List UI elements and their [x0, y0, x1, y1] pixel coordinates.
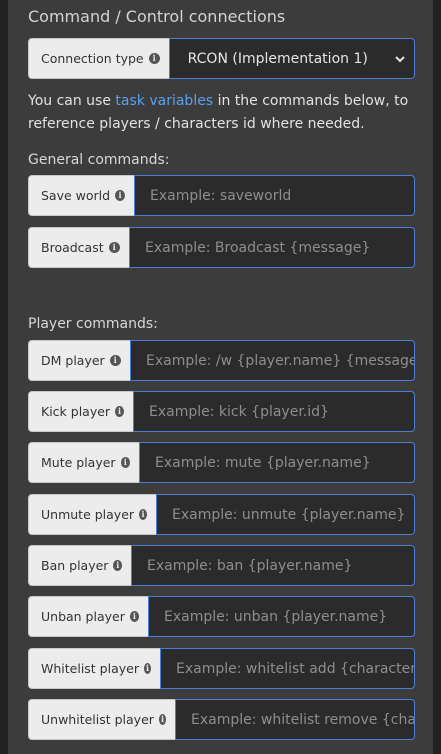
general-commands-heading: General commands: — [28, 152, 170, 168]
info-icon[interactable]: i — [109, 355, 121, 366]
unwhitelist-player-label: Unwhitelist player i — [28, 699, 175, 740]
kick-player-input[interactable] — [133, 391, 415, 432]
unmute-player-label-text: Unmute player — [41, 507, 135, 522]
unwhitelist-player-label-text: Unwhitelist player — [41, 712, 154, 727]
connection-type-label-text: Connection type — [41, 51, 144, 66]
info-icon[interactable]: i — [113, 560, 122, 571]
ban-player-row: Ban player i — [28, 545, 415, 586]
kick-player-label: Kick player i — [28, 391, 133, 432]
info-icon[interactable]: i — [120, 457, 130, 468]
save-world-row: Save world i — [28, 175, 415, 216]
whitelist-player-label-text: Whitelist player — [41, 661, 139, 676]
ban-player-label-text: Ban player — [41, 558, 109, 573]
info-icon[interactable]: i — [108, 242, 120, 253]
mute-player-row: Mute player i — [28, 442, 415, 483]
task-variables-info: You can use task variables in the comman… — [28, 90, 418, 136]
mute-player-input[interactable] — [139, 442, 415, 483]
unmute-player-input[interactable] — [156, 494, 415, 535]
save-world-input[interactable] — [134, 175, 415, 216]
unban-player-input[interactable] — [148, 596, 415, 637]
unmute-player-label: Unmute player i — [28, 494, 156, 535]
connection-type-label: Connection type i — [28, 38, 169, 79]
unban-player-label: Unban player i — [28, 596, 148, 637]
broadcast-label: Broadcast i — [28, 227, 129, 268]
player-commands-heading: Player commands: — [28, 316, 158, 332]
connection-type-selected: RCON (Implementation 1) — [187, 50, 368, 67]
task-variables-link[interactable]: task variables — [115, 93, 213, 109]
broadcast-input[interactable] — [129, 227, 415, 268]
ban-player-input[interactable] — [131, 545, 415, 586]
unban-player-row: Unban player i — [28, 596, 415, 637]
kick-player-label-text: Kick player — [41, 404, 111, 419]
info-icon[interactable]: i — [148, 53, 160, 64]
unban-player-label-text: Unban player — [41, 609, 125, 624]
save-world-label: Save world i — [28, 175, 134, 216]
info-icon[interactable]: i — [158, 714, 166, 725]
unwhitelist-player-input[interactable] — [175, 699, 415, 740]
info-icon[interactable]: i — [143, 663, 151, 674]
info-icon[interactable]: i — [129, 611, 139, 622]
dm-player-label-text: DM player — [41, 353, 105, 368]
section-title: Command / Control connections — [28, 7, 286, 26]
kick-player-row: Kick player i — [28, 391, 415, 432]
mute-player-label-text: Mute player — [41, 455, 116, 470]
info-icon[interactable]: i — [139, 509, 147, 520]
info-icon[interactable]: i — [115, 190, 125, 201]
info-icon[interactable]: i — [115, 406, 124, 417]
save-world-label-text: Save world — [41, 188, 111, 203]
dm-player-row: DM player i — [28, 340, 415, 381]
connection-type-select[interactable]: RCON (Implementation 1) — [168, 38, 415, 79]
unmute-player-row: Unmute player i — [28, 494, 415, 535]
whitelist-player-row: Whitelist player i — [28, 648, 415, 689]
info-text-before: You can use — [28, 93, 116, 109]
whitelist-player-label: Whitelist player i — [28, 648, 160, 689]
unwhitelist-player-row: Unwhitelist player i — [28, 699, 415, 740]
dm-player-input[interactable] — [130, 340, 415, 381]
dm-player-label: DM player i — [28, 340, 130, 381]
whitelist-player-input[interactable] — [160, 648, 415, 689]
mute-player-label: Mute player i — [28, 442, 139, 483]
ban-player-label: Ban player i — [28, 545, 131, 586]
connection-type-row: Connection type i RCON (Implementation 1… — [28, 38, 415, 79]
chevron-down-icon — [395, 55, 405, 62]
broadcast-label-text: Broadcast — [41, 240, 104, 255]
broadcast-row: Broadcast i — [28, 227, 415, 268]
